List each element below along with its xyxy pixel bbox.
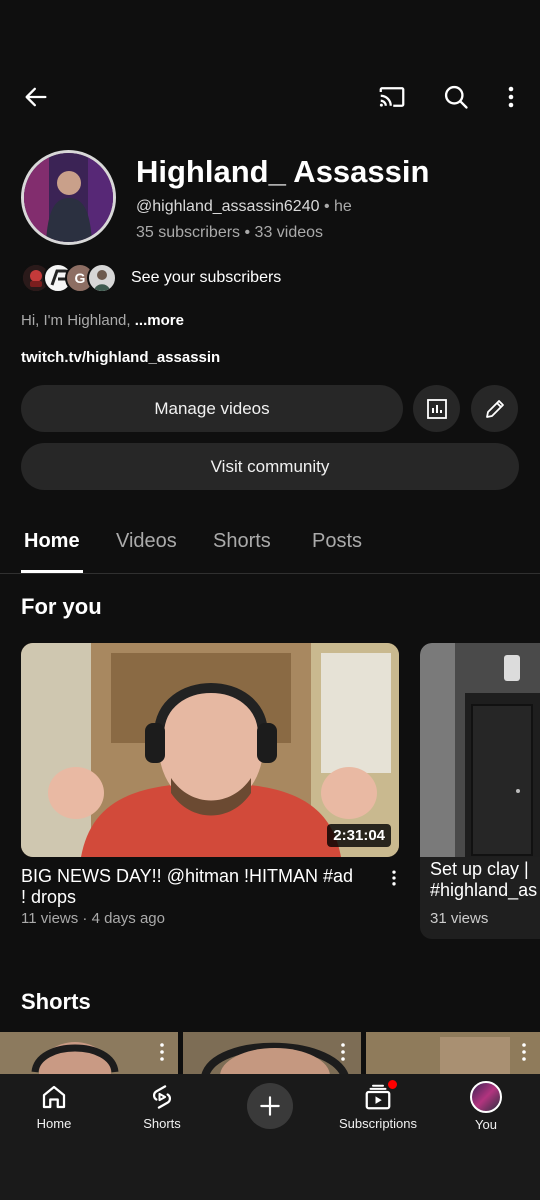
- avatar: [470, 1081, 502, 1113]
- analytics-button[interactable]: [413, 385, 460, 432]
- nav-home-label: Home: [36, 1116, 72, 1131]
- channel-avatar[interactable]: [21, 150, 116, 245]
- video-metadata: 11 views · 4 days ago: [21, 910, 165, 927]
- shorts-heading: Shorts: [21, 989, 91, 1014]
- video-thumbnail[interactable]: [420, 643, 540, 857]
- channel-tabs: Home Videos Shorts Posts: [0, 512, 540, 574]
- nav-subscriptions[interactable]: Subscriptions: [328, 1078, 428, 1131]
- video-duration: 2:31:04: [327, 824, 391, 847]
- nav-you-label: You: [475, 1117, 497, 1132]
- bottom-navigation: Home Shorts Subscriptions You: [0, 1074, 540, 1200]
- arrow-left-icon: [25, 87, 47, 107]
- see-subscribers-row[interactable]: G See your subscribers: [21, 262, 281, 294]
- for-you-heading: For you: [21, 594, 102, 619]
- more-vertical-icon: [522, 1043, 526, 1061]
- visit-community-button[interactable]: Visit community: [21, 443, 519, 490]
- short-menu-button[interactable]: [518, 1042, 530, 1067]
- video-menu-button[interactable]: [372, 856, 416, 900]
- notification-dot: [386, 1078, 399, 1091]
- tab-home[interactable]: Home: [24, 530, 80, 553]
- video-title[interactable]: Set up clay | #highland_as: [430, 857, 540, 901]
- video-card[interactable]: Set up clay | #highland_as 31 views: [420, 643, 540, 939]
- tab-posts[interactable]: Posts: [312, 530, 362, 553]
- video-thumbnail[interactable]: 2:31:04: [21, 643, 399, 857]
- active-tab-indicator: [21, 570, 83, 573]
- nav-shorts-label: Shorts: [143, 1116, 181, 1131]
- home-icon: [42, 1085, 66, 1109]
- channel-name: Highland_ Assassin: [136, 154, 430, 189]
- more-options-button[interactable]: [489, 75, 533, 119]
- video-metadata: 31 views: [430, 910, 489, 927]
- nav-you[interactable]: You: [436, 1081, 536, 1132]
- edit-channel-button[interactable]: [471, 385, 518, 432]
- channel-stats: 35 subscribers • 33 videos: [136, 224, 324, 241]
- plus-icon: [260, 1096, 280, 1116]
- search-icon: [444, 85, 468, 109]
- more-vertical-icon: [508, 86, 514, 108]
- nav-home[interactable]: Home: [4, 1082, 104, 1131]
- tab-shorts[interactable]: Shorts: [213, 530, 271, 553]
- channel-link[interactable]: twitch.tv/highland_assassin: [21, 349, 220, 366]
- see-subscribers-link[interactable]: See your subscribers: [131, 269, 281, 287]
- short-menu-button[interactable]: [337, 1042, 349, 1067]
- cast-icon: [379, 87, 405, 107]
- channel-handle: @highland_assassin6240 • he: [136, 198, 352, 216]
- search-button[interactable]: [434, 75, 478, 119]
- back-button[interactable]: [14, 75, 58, 119]
- channel-description[interactable]: Hi, I'm Highland, ...more: [21, 312, 184, 329]
- short-menu-button[interactable]: [156, 1042, 168, 1067]
- more-vertical-icon: [392, 870, 396, 886]
- create-button[interactable]: [247, 1083, 293, 1129]
- more-vertical-icon: [341, 1043, 345, 1061]
- nav-subscriptions-label: Subscriptions: [338, 1116, 418, 1131]
- cast-button[interactable]: [370, 75, 414, 119]
- more-link[interactable]: ...more: [135, 312, 184, 329]
- video-card[interactable]: 2:31:04: [21, 643, 399, 857]
- more-vertical-icon: [160, 1043, 164, 1061]
- manage-videos-button[interactable]: Manage videos: [21, 385, 403, 432]
- nav-shorts[interactable]: Shorts: [112, 1082, 212, 1131]
- handle-text: @highland_assassin6240: [136, 198, 320, 215]
- video-title[interactable]: BIG NEWS DAY!! @hitman !HITMAN #ad ! dro…: [21, 866, 361, 908]
- handle-suffix: • he: [323, 198, 352, 215]
- subscriber-avatar: [87, 263, 117, 293]
- pencil-icon: [485, 399, 504, 418]
- shorts-icon: [152, 1085, 172, 1109]
- analytics-icon: [426, 398, 447, 419]
- shorts-shelf: [0, 1032, 540, 1076]
- tab-videos[interactable]: Videos: [116, 530, 177, 553]
